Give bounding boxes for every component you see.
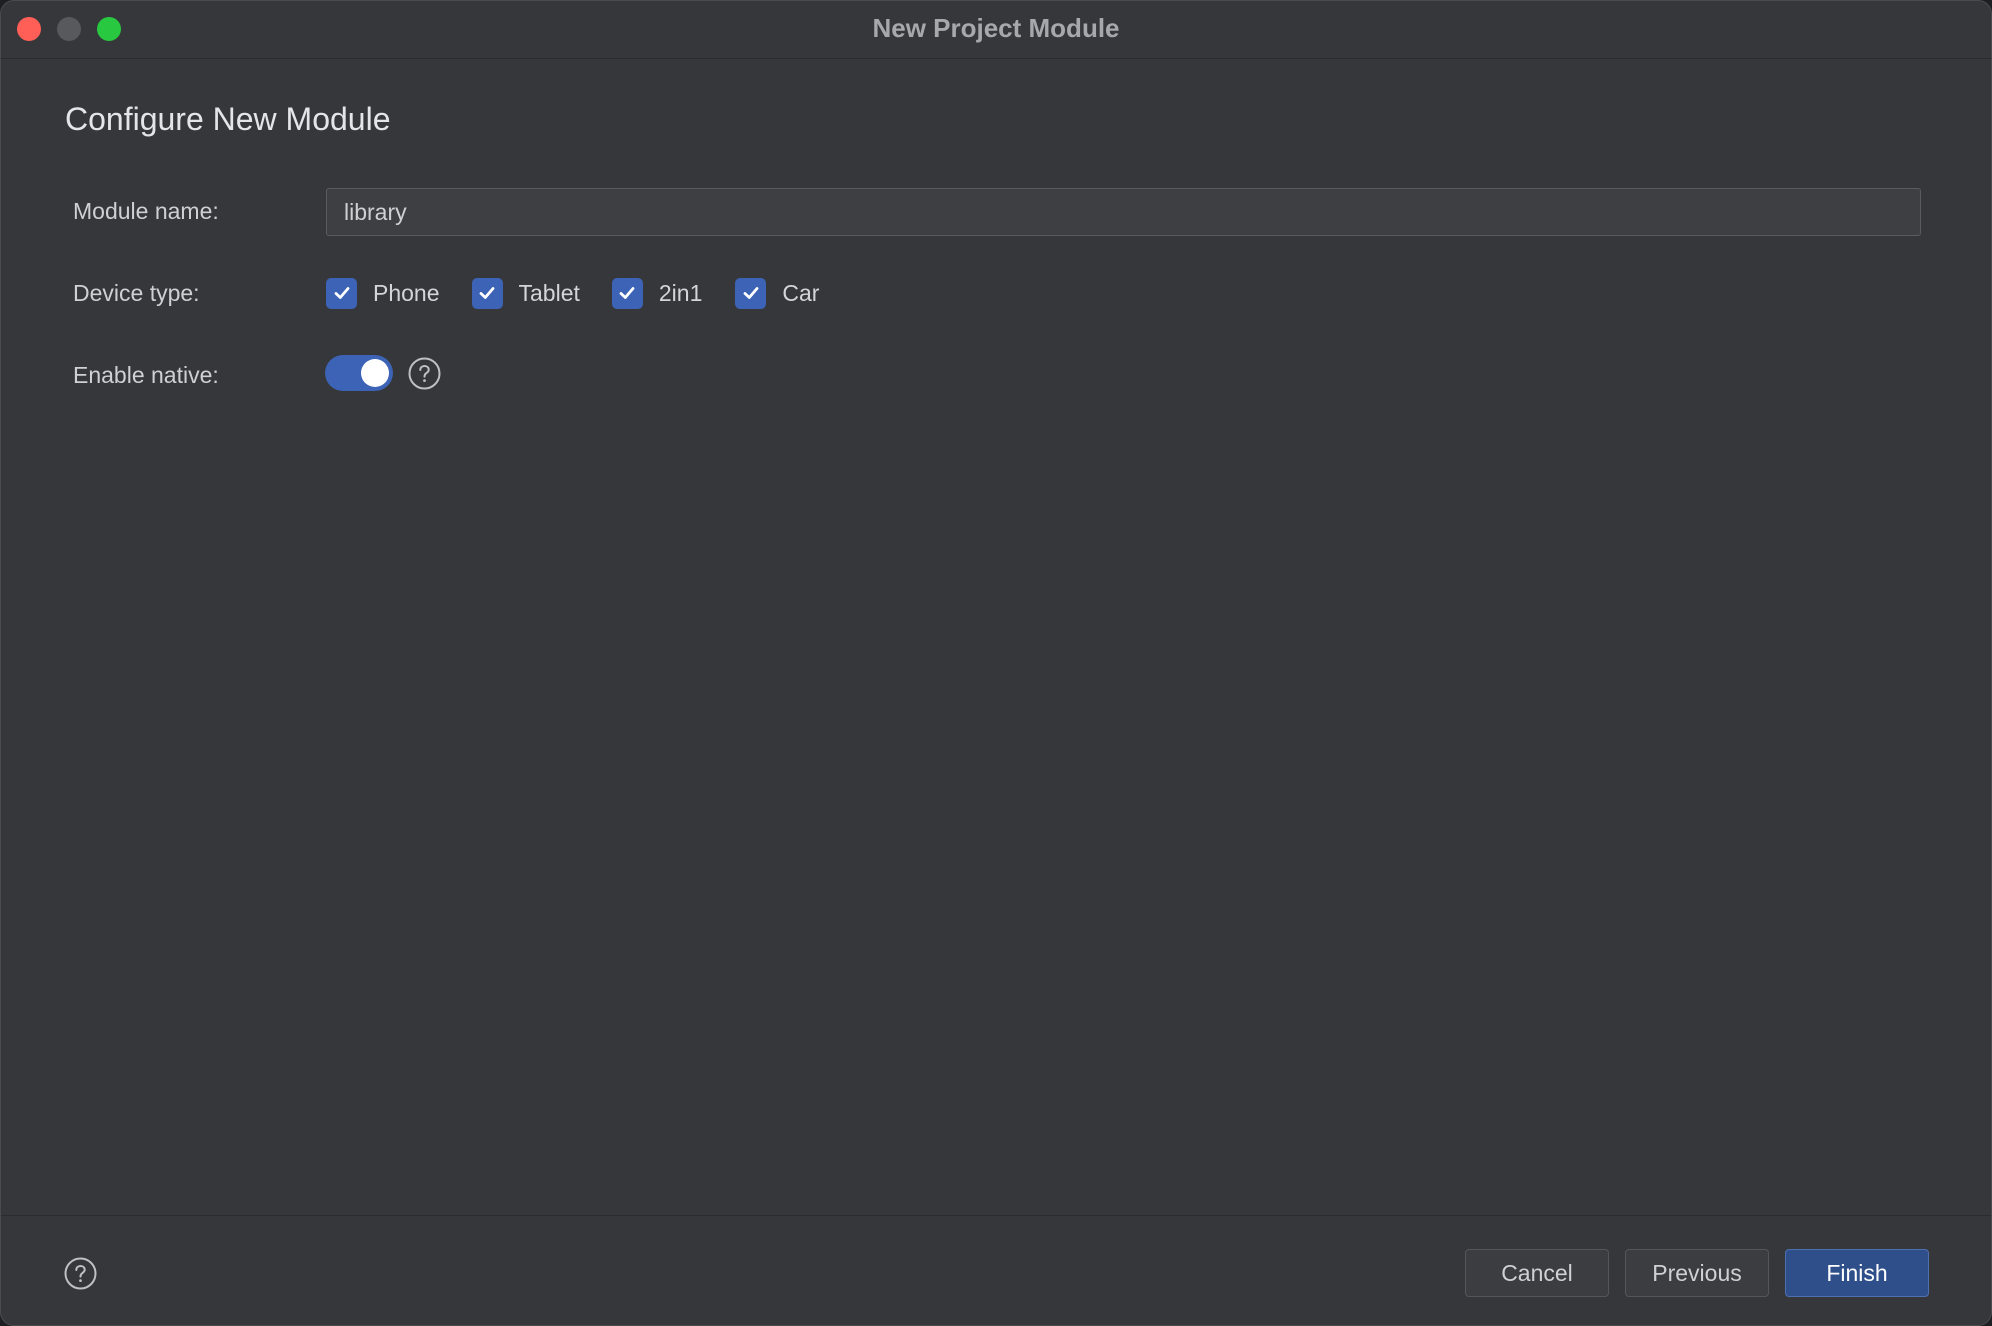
help-icon[interactable]	[64, 1257, 97, 1290]
device-type-label: Device type:	[73, 280, 200, 306]
device-type-group: Phone Tablet 2in1 Car	[326, 276, 819, 310]
page-heading: Configure New Module	[65, 101, 391, 137]
checkmark-icon	[479, 287, 495, 299]
enable-native-toggle[interactable]	[325, 355, 393, 391]
device-option-phone[interactable]: Phone	[326, 277, 440, 309]
checkmark-icon	[743, 287, 759, 299]
help-icon[interactable]	[408, 357, 441, 390]
window-title: New Project Module	[872, 13, 1120, 43]
device-option-tablet[interactable]: Tablet	[471, 277, 580, 309]
tablet-label: Tablet	[518, 279, 580, 306]
footer-divider	[1, 1215, 1991, 1216]
title-bar[interactable]: New Project Module	[1, 1, 1991, 59]
checkmark-icon	[334, 287, 349, 299]
finish-button[interactable]: Finish	[1785, 1249, 1929, 1297]
previous-button[interactable]: Previous	[1625, 1249, 1769, 1297]
device-option-2in1[interactable]: 2in1	[611, 277, 703, 309]
phone-checkbox[interactable]	[326, 277, 357, 309]
2in1-label: 2in1	[658, 279, 703, 306]
checkmark-icon	[619, 287, 635, 299]
dialog-window: New Project Module Configure New Module …	[0, 0, 1992, 1326]
car-checkbox[interactable]	[735, 277, 767, 309]
toggle-knob	[361, 359, 389, 387]
enable-native-label: Enable native:	[73, 362, 219, 388]
module-name-label: Module name:	[73, 198, 219, 224]
module-name-input[interactable]	[326, 188, 1921, 236]
cancel-button[interactable]: Cancel	[1465, 1249, 1609, 1297]
car-label: Car	[782, 279, 820, 306]
phone-label: Phone	[373, 279, 440, 306]
2in1-checkbox[interactable]	[611, 277, 643, 309]
tablet-checkbox[interactable]	[471, 277, 503, 309]
device-option-car[interactable]: Car	[735, 277, 820, 309]
